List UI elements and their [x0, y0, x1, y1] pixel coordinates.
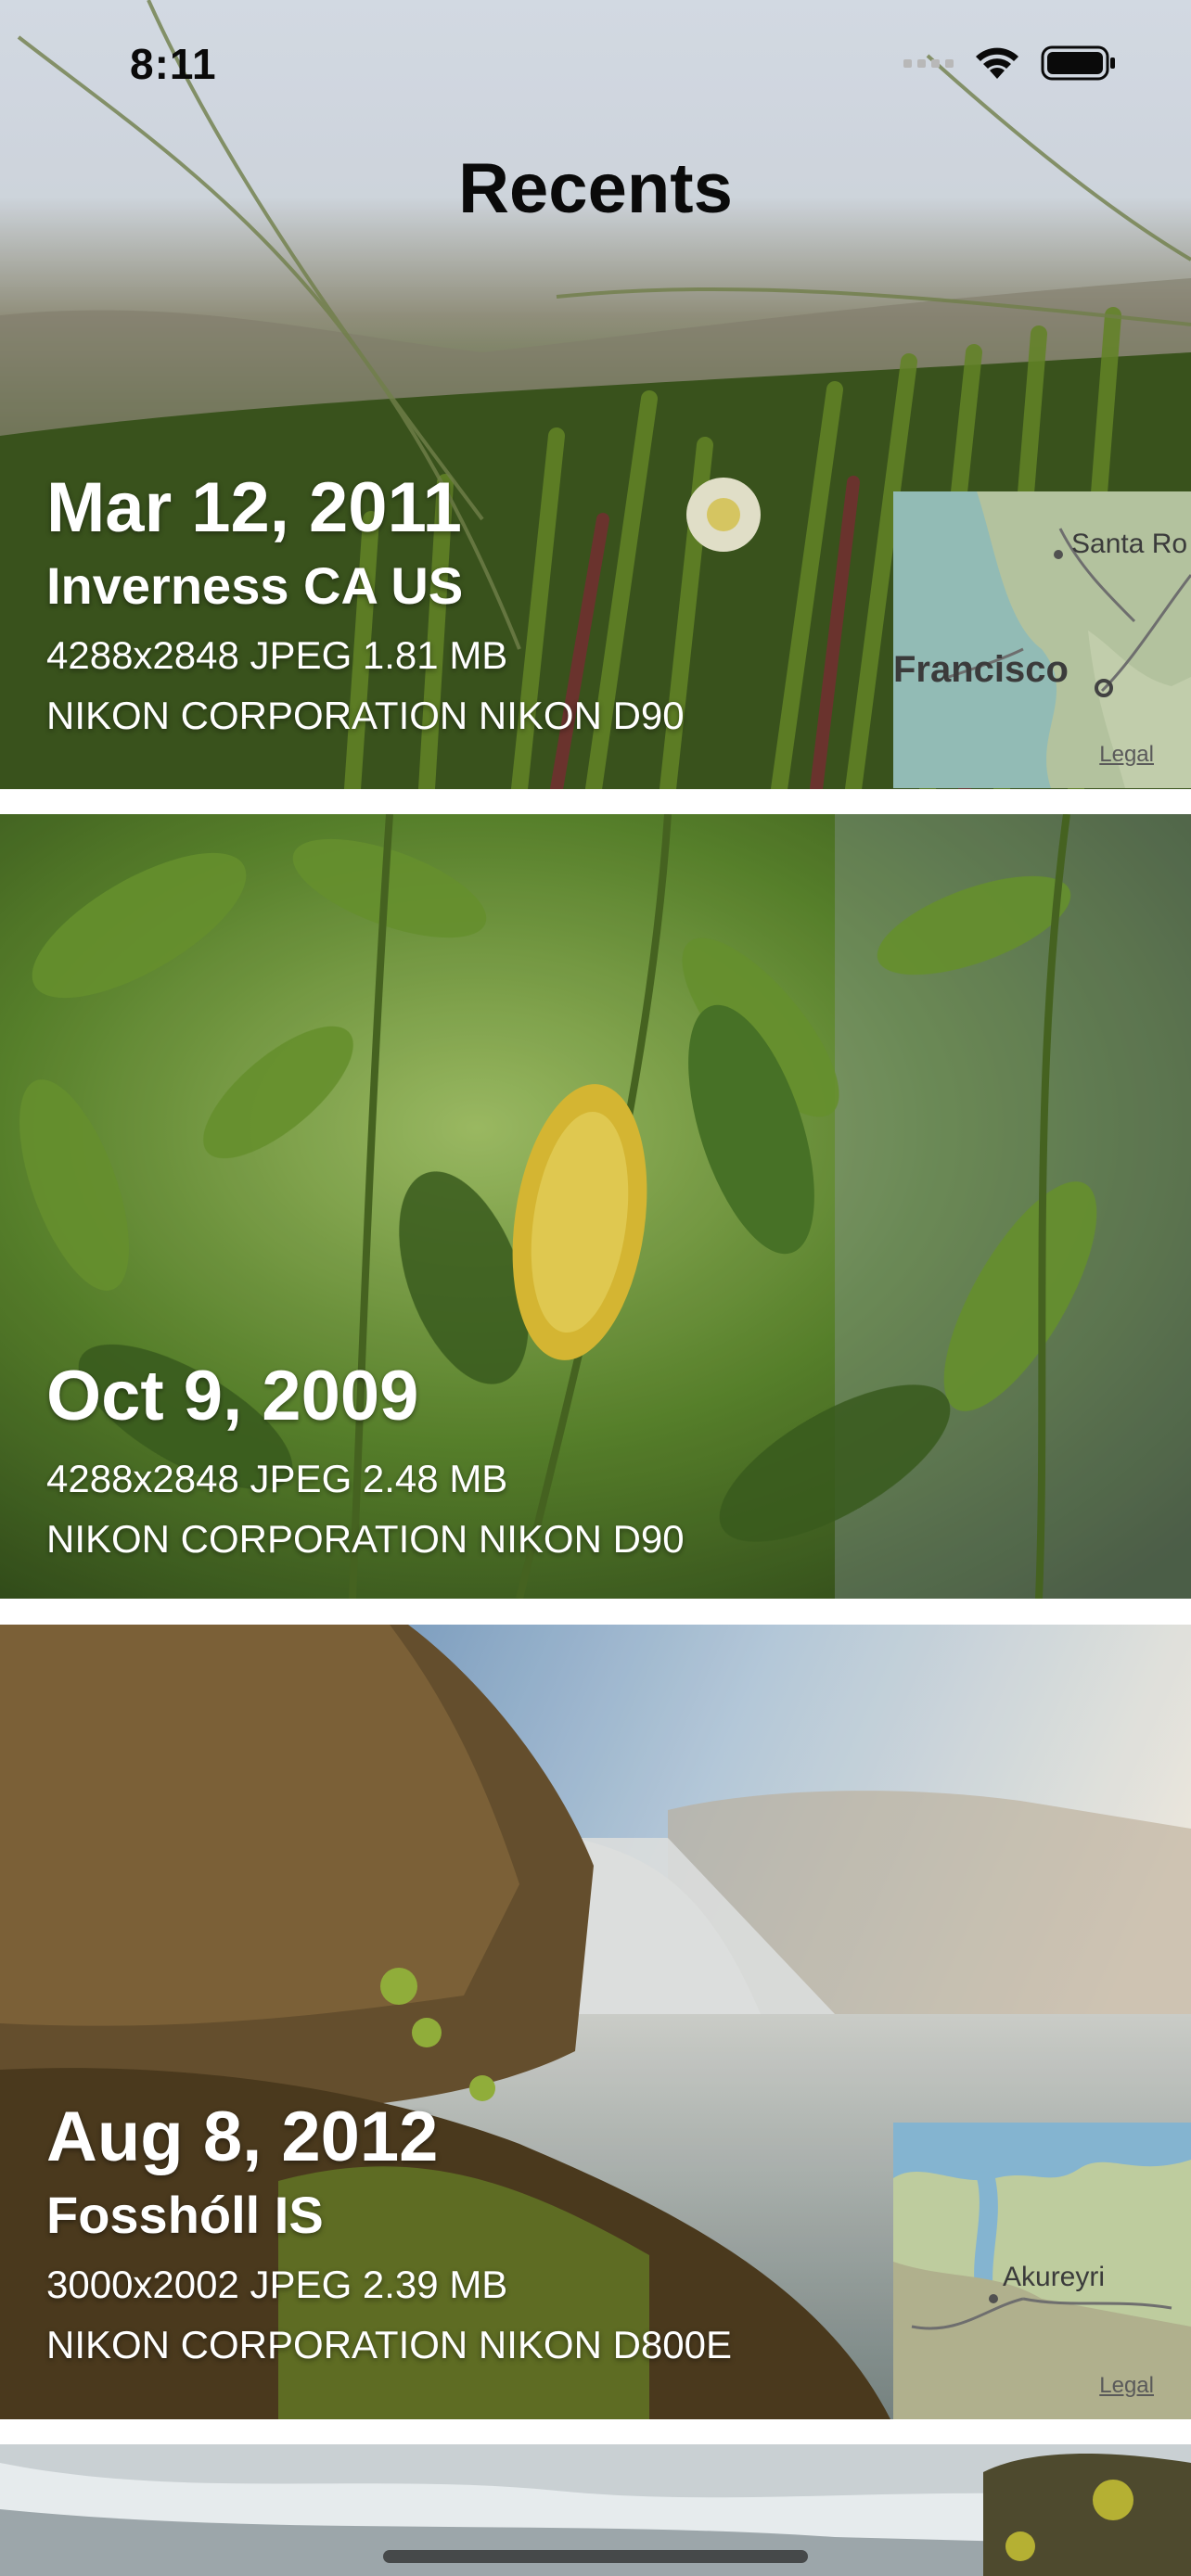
photo-location: Fosshóll IS: [46, 2186, 324, 2244]
photo-list-screen: 8:11 Recents Mar 12, 2011 Inverness CA U…: [0, 0, 1191, 2576]
map-label-akureyri: Akureyri: [1003, 2262, 1106, 2292]
status-bar: 8:11: [0, 0, 1191, 130]
location-map[interactable]: Akureyri Legal: [893, 2123, 1191, 2419]
map-label-santa-rosa: Santa Ro: [1071, 529, 1188, 559]
photo-date: Aug 8, 2012: [46, 2098, 439, 2176]
photo-date: Mar 12, 2011: [46, 468, 462, 547]
photo-card[interactable]: Oct 9, 2009 4288x2848 JPEG 2.48 MB NIKON…: [0, 814, 1191, 1599]
photo-card[interactable]: Aug 8, 2012 Fosshóll IS 3000x2002 JPEG 2…: [0, 1625, 1191, 2419]
status-icons: [903, 45, 1117, 82]
photo-caption: Oct 9, 2009 4288x2848 JPEG 2.48 MB NIKON…: [46, 1361, 685, 1569]
photo-camera: NIKON CORPORATION NIKON D90: [46, 694, 685, 738]
status-time: 8:11: [130, 40, 217, 88]
photo-date: Oct 9, 2009: [46, 1357, 419, 1435]
location-map[interactable]: Santa Ro Francisco Legal: [893, 491, 1191, 788]
photo-file-details: 4288x2848 JPEG 2.48 MB: [46, 1457, 508, 1500]
photo-camera: NIKON CORPORATION NIKON D800E: [46, 2323, 733, 2367]
home-indicator[interactable]: [383, 2550, 808, 2563]
map-label-san-francisco: Francisco: [893, 649, 1069, 690]
map-legal-link[interactable]: Legal: [1099, 2373, 1154, 2399]
photo-file-details: 4288x2848 JPEG 1.81 MB: [46, 633, 508, 677]
photo-caption: Aug 8, 2012 Fosshóll IS 3000x2002 JPEG 2…: [46, 2102, 732, 2375]
photo-file-details: 3000x2002 JPEG 2.39 MB: [46, 2263, 508, 2306]
photo-camera: NIKON CORPORATION NIKON D90: [46, 1517, 685, 1562]
battery-icon: [1041, 45, 1115, 81]
photo-location: Inverness CA US: [46, 556, 464, 615]
cellular-signal-icon: [903, 58, 954, 68]
map-legal-link[interactable]: Legal: [1099, 742, 1154, 768]
photo-caption: Mar 12, 2011 Inverness CA US 4288x2848 J…: [46, 473, 685, 746]
wifi-icon: [976, 47, 1018, 79]
page-title: Recents: [458, 149, 733, 228]
